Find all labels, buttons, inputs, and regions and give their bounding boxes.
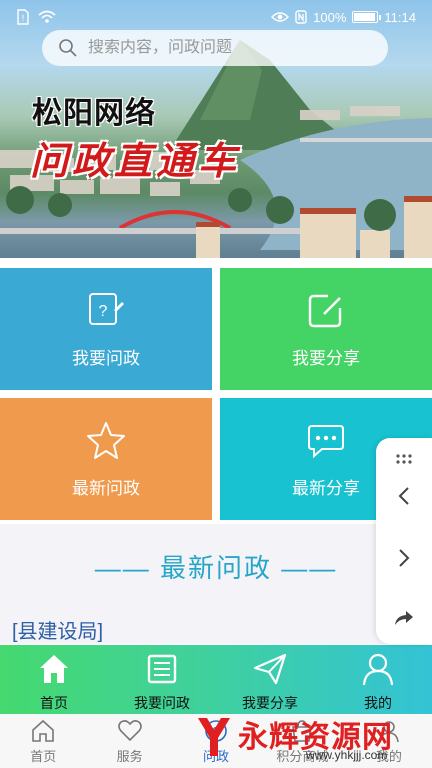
clock: 11:14 <box>384 9 416 25</box>
watermark-logo-icon <box>198 718 230 756</box>
grid-dots-icon <box>396 454 412 464</box>
tile-label: 我要问政 <box>72 348 140 368</box>
nfc-icon <box>295 10 307 24</box>
chevron-right-icon <box>399 549 410 567</box>
chat-bubble-icon <box>308 424 344 458</box>
battery-percent: 100% <box>313 9 347 25</box>
app-tab-share[interactable]: 我要分享 <box>216 645 324 714</box>
tile-label: 最新问政 <box>72 478 140 498</box>
app-tab-label: 首页 <box>40 695 68 711</box>
house-outline-icon <box>32 719 55 742</box>
document-icon <box>147 654 177 684</box>
share-arrow-icon <box>395 611 413 625</box>
battery-fill <box>354 13 376 21</box>
svg-text:!: ! <box>22 13 25 23</box>
wifi-icon <box>38 10 56 23</box>
host-tab-label: 服务 <box>116 748 143 764</box>
app-tab-label: 我要问政 <box>134 695 190 711</box>
paper-plane-icon <box>253 653 287 685</box>
sim-alert-icon: ! <box>17 9 29 25</box>
share-button[interactable] <box>376 600 432 636</box>
app-tab-home[interactable]: 首页 <box>0 645 108 714</box>
star-icon <box>87 421 125 459</box>
app-tab-mine[interactable]: 我的 <box>324 645 432 714</box>
forward-button[interactable] <box>376 540 432 576</box>
more-dots-button[interactable] <box>376 444 432 474</box>
battery-icon <box>352 11 382 23</box>
host-tab-home[interactable]: 首页 <box>0 714 86 768</box>
user-icon <box>362 653 394 686</box>
tile-label: 最新分享 <box>292 478 360 498</box>
edit-square-icon <box>308 294 342 327</box>
host-tab-service[interactable]: 服务 <box>86 714 172 768</box>
tile-label: 我要分享 <box>292 348 360 368</box>
latest-heading: —— 最新问政 —— <box>94 553 338 583</box>
banner-title: 松阳网络 <box>32 97 156 130</box>
watermark: 永辉资源网 www.yhkjjj.com <box>186 708 432 768</box>
floating-side-panel <box>376 438 432 644</box>
heart-icon <box>117 719 142 741</box>
banner-image[interactable]: 松阳网络 问政直通车 <box>0 0 432 258</box>
host-tab-label: 首页 <box>30 748 57 764</box>
home-icon <box>40 655 68 683</box>
app-tab-ask[interactable]: 我要问政 <box>108 645 216 714</box>
tile-latest-ask[interactable]: 最新问政 <box>0 398 212 520</box>
chevron-left-icon <box>398 487 409 505</box>
app-tab-bar: 首页 我要问政 我要分享 我的 <box>0 645 432 714</box>
search-input[interactable] <box>88 39 358 57</box>
banner-subtitle: 问政直通车 <box>30 141 241 183</box>
svg-text:?: ? <box>99 303 108 320</box>
watermark-url: www.yhkjjj.com <box>306 748 388 762</box>
eye-icon <box>271 12 290 22</box>
status-bar: ! 100% 11:14 <box>0 0 432 34</box>
search-bar[interactable] <box>42 30 388 66</box>
search-icon <box>59 39 77 57</box>
tile-share[interactable]: 我要分享 <box>220 268 432 390</box>
department-tag[interactable]: [县建设局] <box>12 615 103 644</box>
tile-ask[interactable]: ? 我要问政 <box>0 268 212 390</box>
question-edit-icon: ? <box>89 292 124 325</box>
back-button[interactable] <box>376 478 432 514</box>
